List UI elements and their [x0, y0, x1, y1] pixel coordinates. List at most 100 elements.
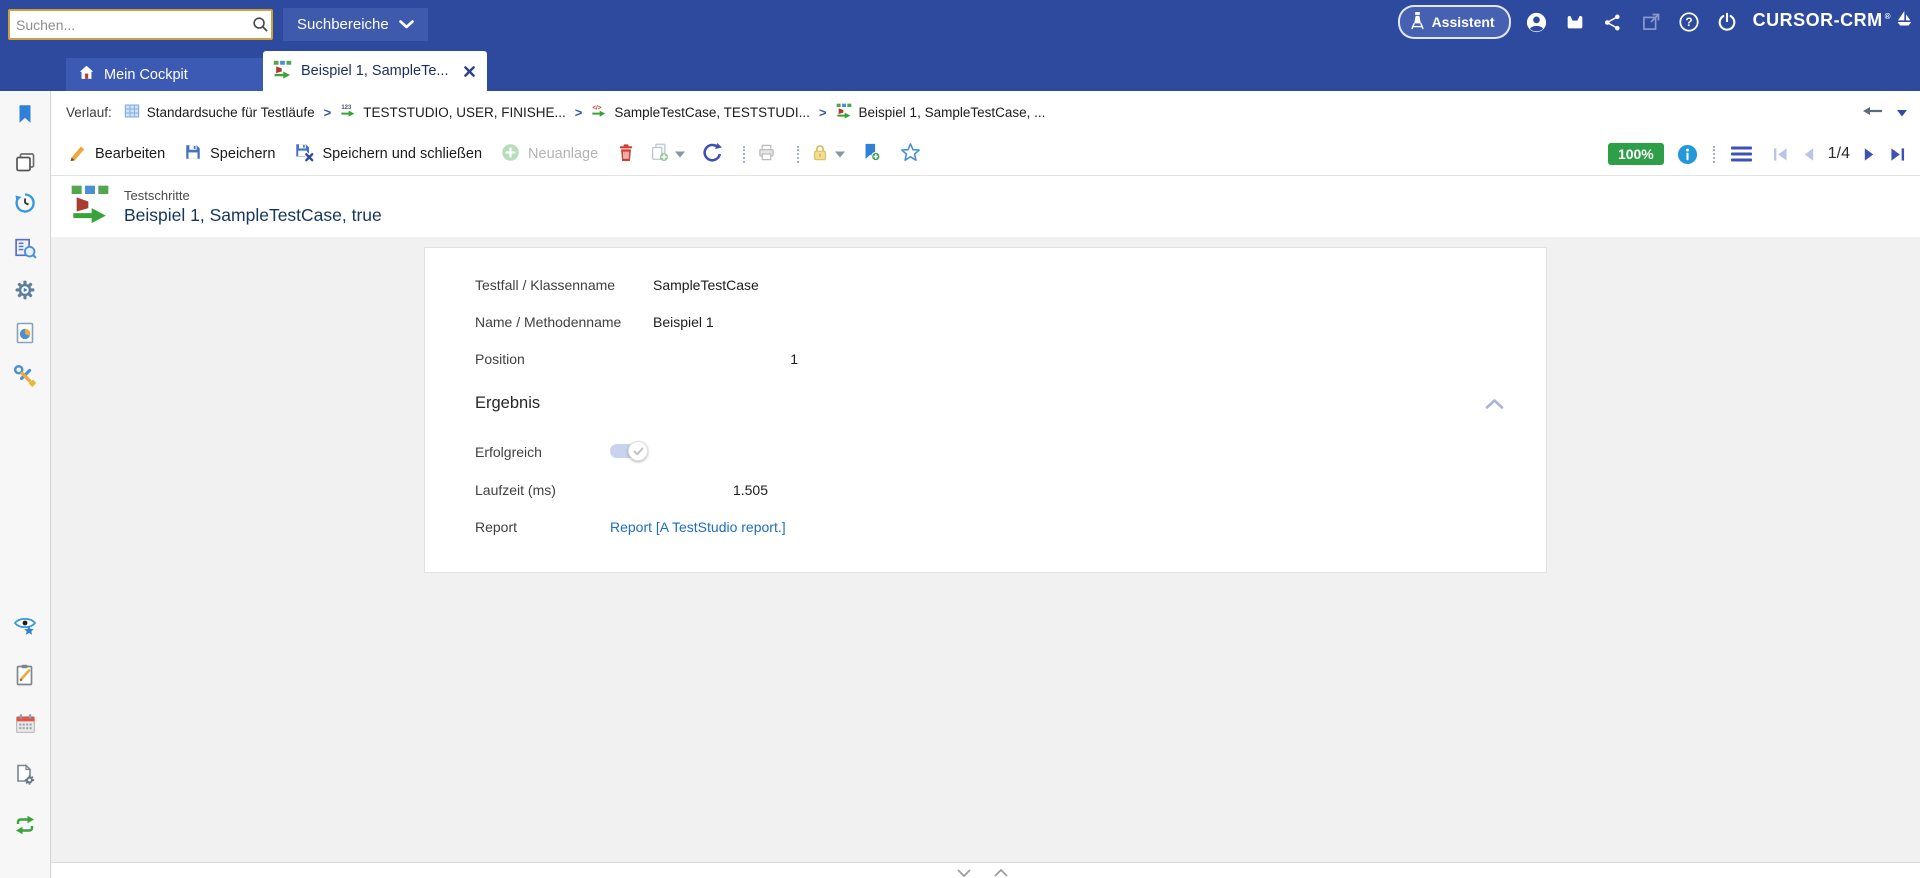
chevron-down-icon	[835, 146, 846, 162]
eye-star-icon[interactable]	[0, 611, 50, 641]
history-dropdown-icon[interactable]	[1897, 105, 1907, 120]
favorite-button[interactable]	[900, 142, 921, 167]
lock-dropdown[interactable]	[835, 146, 846, 162]
toolbar-right: 100% 1/4	[1607, 143, 1906, 165]
clipboard-edit-icon[interactable]	[0, 660, 50, 690]
page-indicator: 1/4	[1827, 145, 1850, 162]
chevron-down-icon	[398, 16, 414, 33]
sidebar	[0, 91, 51, 878]
success-toggle[interactable]	[610, 441, 648, 461]
create-new-label: Neuanlage	[528, 146, 599, 162]
copy-button[interactable]	[649, 142, 669, 166]
document-gear-icon[interactable]	[0, 760, 50, 790]
search-icon[interactable]	[249, 16, 271, 33]
field-row-methodname: Name / Methodenname Beispiel 1	[475, 311, 1501, 333]
field-value: 1	[790, 351, 798, 367]
search-scope-button[interactable]: Suchbereiche	[283, 8, 428, 41]
gear-play-icon[interactable]	[0, 275, 50, 305]
teststep-icon	[70, 184, 110, 229]
lock-button[interactable]	[811, 143, 829, 166]
record-header: Testschritte Beispiel 1, SampleTestCase,…	[51, 176, 1920, 237]
tab-bar: Mein Cockpit Beispiel 1, SampleTe...	[66, 51, 487, 91]
svg-text:</>: </>	[593, 104, 602, 111]
nav-prev-icon[interactable]	[1802, 147, 1815, 162]
collapse-section-icon[interactable]	[1485, 397, 1504, 415]
testcase-icon: </>	[591, 103, 607, 122]
field-label: Name / Methodenname	[475, 314, 622, 330]
field-row-position: Position 1	[475, 348, 1501, 370]
save-and-close-button[interactable]: Speichern und schließen	[294, 142, 482, 166]
teststep-icon	[836, 103, 852, 122]
breadcrumb-item-testrun[interactable]: 123 TESTSTUDIO, USER, FINISHE...	[340, 103, 566, 122]
field-label: Position	[475, 351, 525, 367]
svg-text:123: 123	[342, 105, 353, 111]
brand-registered: ®	[1884, 12, 1891, 21]
external-link-icon[interactable]	[1639, 10, 1663, 34]
plus-circle-icon	[501, 143, 520, 166]
printer-icon	[757, 143, 776, 166]
assistant-button[interactable]: Assistent	[1397, 5, 1511, 39]
edit-button[interactable]: Bearbeiten	[68, 143, 165, 166]
sync-arrows-icon[interactable]	[0, 810, 50, 840]
toolbar-separator	[1712, 145, 1715, 163]
copy-dropdown[interactable]	[675, 146, 686, 162]
breadcrumb-item-search[interactable]: Standardsuche für Testläufe	[124, 103, 315, 122]
search-list-icon[interactable]	[0, 233, 50, 263]
topbar: Suchbereiche Assistent	[0, 0, 1920, 91]
sailboat-icon	[1895, 10, 1912, 34]
entity-type-label: Testschritte	[124, 187, 190, 203]
trash-icon	[617, 143, 635, 166]
window-stack-icon[interactable]	[0, 147, 50, 177]
save-button[interactable]: Speichern	[184, 143, 275, 165]
tab-record[interactable]: Beispiel 1, SampleTe...	[263, 51, 487, 91]
breadcrumb-item-teststep[interactable]: Beispiel 1, SampleTestCase, ...	[836, 103, 1045, 122]
nav-last-icon[interactable]	[1889, 147, 1906, 162]
add-bookmark-button[interactable]	[861, 142, 881, 166]
content-column: Verlauf: Standardsuche für Testläufe > 1…	[51, 91, 1920, 878]
search-input[interactable]	[10, 16, 249, 33]
inbox-icon[interactable]	[1563, 10, 1587, 34]
field-row-report: Report Report [A TestStudio report.]	[475, 516, 1501, 538]
field-label: Laufzeit (ms)	[475, 482, 556, 498]
toolbar-separator	[743, 145, 746, 163]
nav-first-icon[interactable]	[1772, 147, 1789, 162]
back-arrow-icon[interactable]	[1863, 105, 1883, 120]
calendar-icon[interactable]	[0, 708, 50, 738]
chevron-up-icon[interactable]	[993, 865, 1009, 878]
share-icon[interactable]	[1601, 10, 1625, 34]
history-icon[interactable]	[0, 188, 50, 218]
refresh-button[interactable]	[701, 142, 723, 167]
nav-next-icon[interactable]	[1863, 147, 1876, 162]
field-row-success: Erfolgreich	[475, 441, 1501, 463]
delete-button[interactable]	[617, 143, 635, 166]
tools-icon[interactable]	[0, 361, 50, 391]
tab-cockpit[interactable]: Mein Cockpit	[66, 58, 263, 91]
user-icon[interactable]	[1525, 10, 1549, 34]
quality-badge[interactable]: 100%	[1607, 143, 1664, 165]
power-icon[interactable]	[1715, 10, 1739, 34]
close-icon[interactable]	[461, 63, 477, 79]
bookmark-icon[interactable]	[0, 99, 50, 129]
print-button[interactable]	[757, 143, 776, 166]
toolbar-separator	[797, 145, 800, 163]
report-link[interactable]: Report [A TestStudio report.]	[610, 519, 786, 535]
breadcrumb-item-label: TESTSTUDIO, USER, FINISHE...	[363, 104, 566, 120]
topbar-actions: Assistent ? CURSOR-CRM ®	[1397, 0, 1912, 44]
page-title: Beispiel 1, SampleTestCase, true	[124, 204, 382, 225]
app-window: Suchbereiche Assistent	[0, 0, 1920, 878]
check-icon	[628, 441, 648, 461]
chevron-down-icon[interactable]	[956, 865, 972, 878]
lighthouse-icon	[1410, 11, 1425, 33]
tab-record-label: Beispiel 1, SampleTe...	[301, 63, 449, 79]
chevron-down-icon	[675, 146, 686, 162]
field-row-classname: Testfall / Klassenname SampleTestCase	[475, 274, 1501, 296]
table-search-icon	[124, 103, 140, 122]
field-row-runtime: Laufzeit (ms) 1.505	[475, 479, 1501, 501]
report-chart-icon[interactable]	[0, 318, 50, 348]
help-icon[interactable]: ?	[1677, 10, 1701, 34]
save-and-close-label: Speichern und schließen	[322, 146, 483, 162]
menu-icon[interactable]	[1730, 145, 1753, 163]
breadcrumb-item-testcase[interactable]: </> SampleTestCase, TESTSTUDI...	[591, 103, 810, 122]
info-icon[interactable]	[1677, 144, 1698, 165]
create-new-button[interactable]: Neuanlage	[501, 143, 598, 166]
